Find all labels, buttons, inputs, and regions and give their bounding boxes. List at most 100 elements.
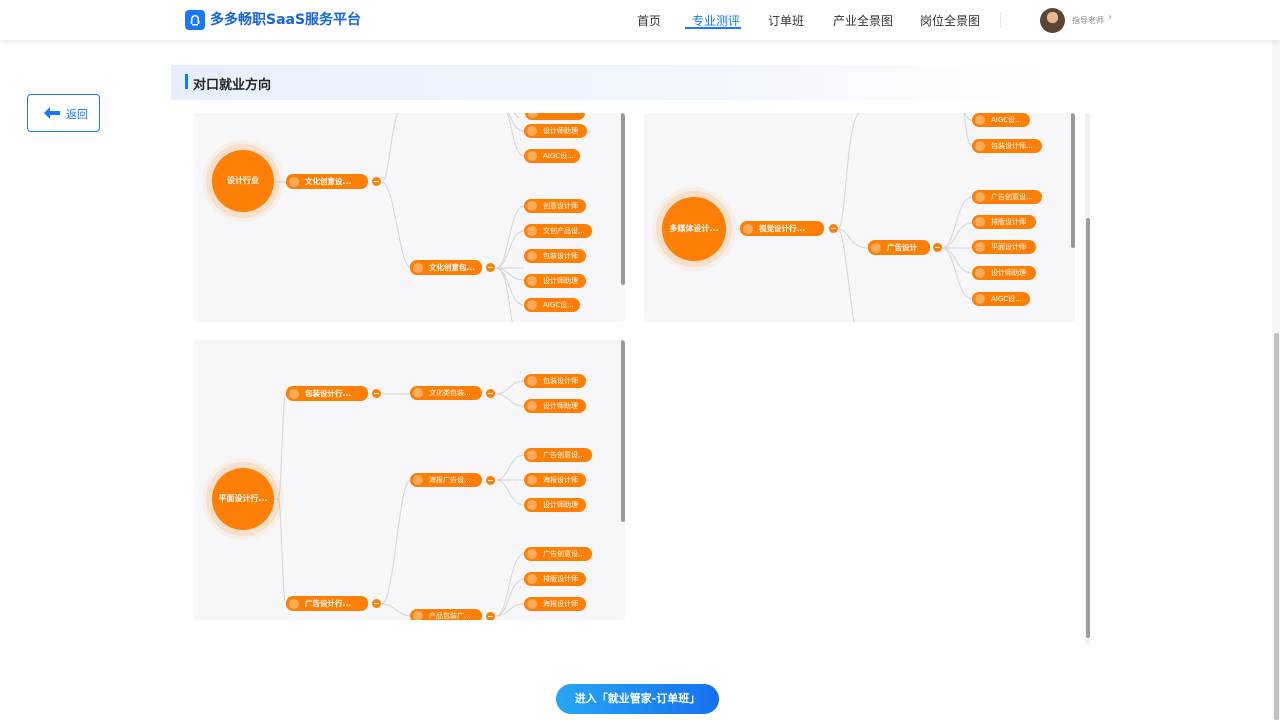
- collapse-toggle-icon[interactable]: [372, 177, 381, 186]
- mindmap-leaf-node[interactable]: 设计师助理: [972, 266, 1036, 280]
- node-icon: [527, 151, 537, 161]
- mindmap-branch-node[interactable]: 广告设计: [868, 240, 930, 255]
- collapse-toggle-icon[interactable]: [486, 476, 495, 485]
- mindmap-leaf-node[interactable]: 文创产品设...: [524, 224, 592, 238]
- node-icon: [527, 126, 537, 136]
- section-title: 对口就业方向: [193, 78, 272, 93]
- mindmap-leaf-node[interactable]: 海报设计师: [524, 597, 586, 611]
- node-label: 包装设计师: [543, 252, 578, 260]
- node-label: 设计师助理: [543, 402, 578, 410]
- enter-order-class-button[interactable]: 进入「就业管家-订单班」: [556, 684, 719, 714]
- nav-active-indicator: [685, 27, 741, 29]
- node-label: AIGC设...: [991, 295, 1022, 303]
- nav-order-class[interactable]: 订单班: [768, 12, 804, 29]
- collapse-toggle-icon[interactable]: [372, 599, 381, 608]
- mindmap-leaf-node[interactable]: AIGC设...: [972, 292, 1030, 306]
- mindmap-branch-node[interactable]: 产品包装广...: [410, 609, 482, 620]
- node-icon: [413, 475, 423, 485]
- node-icon: [975, 141, 985, 151]
- mindmap-root-node[interactable]: 平面设计行...: [212, 468, 274, 530]
- mindmap-leaf-node[interactable]: 设计师助理: [524, 498, 586, 512]
- mindmap-root-node[interactable]: 设计行业: [212, 150, 274, 212]
- node-label: 广告设计: [887, 243, 917, 252]
- page-scrollbar[interactable]: [1274, 333, 1279, 720]
- node-icon: [743, 223, 753, 234]
- app-title: 多多畅职SaaS服务平台: [210, 12, 362, 28]
- node-icon: [527, 450, 537, 460]
- node-label: AIGC设...: [543, 301, 574, 309]
- mindmap-leaf-node[interactable]: 排版设计师: [972, 215, 1036, 229]
- mindmap-leaf-node[interactable]: 排版设计师: [524, 572, 586, 586]
- node-icon: [289, 598, 299, 609]
- node-icon: [975, 268, 985, 278]
- node-label: 海报广告设...: [429, 476, 471, 484]
- mindmap-panel-multimedia-design[interactable]: 多媒体设计... 视觉设计行... AIGC设... 包装设计师... 广告设计…: [644, 113, 1075, 322]
- mindmap-area-scrollbar[interactable]: [1086, 218, 1090, 638]
- node-label: 设计师助理: [543, 127, 578, 135]
- avatar[interactable]: [1040, 8, 1065, 33]
- chevron-right-icon[interactable]: ›: [1108, 12, 1112, 23]
- user-role-label[interactable]: 指导老师: [1072, 15, 1104, 26]
- node-label: AIGC设...: [991, 116, 1022, 124]
- mindmap-leaf-node[interactable]: 广告创意设...: [972, 190, 1042, 204]
- nav-job-panorama[interactable]: 岗位全景图: [920, 12, 980, 29]
- mindmap-leaf-node[interactable]: 创意设计师: [524, 199, 586, 213]
- collapse-toggle-icon[interactable]: [933, 243, 942, 252]
- node-label: 视觉设计行...: [759, 224, 806, 233]
- node-label: AIGC设...: [543, 152, 574, 160]
- collapse-toggle-icon[interactable]: [486, 389, 495, 398]
- collapse-toggle-icon[interactable]: [486, 612, 495, 620]
- panel-scrollbar[interactable]: [621, 340, 625, 522]
- mindmap-branch-node[interactable]: 海报广告设...: [410, 473, 482, 487]
- mindmap-branch-node[interactable]: 文化创意设...: [286, 174, 368, 189]
- node-label: 设计师助理: [543, 501, 578, 509]
- node-label: 平面设计师: [991, 243, 1026, 251]
- mindmap-leaf-node[interactable]: 广告创意设...: [524, 448, 592, 462]
- node-icon: [527, 599, 537, 609]
- mindmap-leaf-node[interactable]: 平面设计师: [972, 240, 1036, 254]
- mindmap-leaf-node[interactable]: AIGC设...: [972, 113, 1030, 127]
- nav-divider: [1000, 12, 1001, 28]
- node-icon: [527, 201, 537, 211]
- collapse-toggle-icon[interactable]: [486, 263, 495, 272]
- mindmap-panel-design-industry[interactable]: 设计行业 文化创意设... 设计师助理 AIGC设... 文化创意包... 创意…: [194, 113, 625, 322]
- node-icon: [413, 611, 423, 620]
- panel-scrollbar[interactable]: [1071, 113, 1075, 248]
- mindmap-leaf-node[interactable]: AIGC设...: [524, 149, 580, 163]
- mindmap-panel-graphic-design[interactable]: 平面设计行... 包装设计行... 文化类包装... 包装设计师 设计师助理 海…: [194, 340, 625, 620]
- collapse-toggle-icon[interactable]: [372, 389, 381, 398]
- node-icon: [527, 401, 537, 411]
- node-label: 产品包装广...: [429, 612, 471, 620]
- mindmap-leaf-node[interactable]: 海报设计师: [524, 473, 586, 487]
- mindmap-leaf-node[interactable]: AIGC设...: [524, 298, 580, 312]
- mindmap-root-node[interactable]: 多媒体设计...: [662, 197, 726, 261]
- mindmap-branch-node[interactable]: 广告设计行...: [286, 596, 368, 611]
- node-label: 创意设计师: [543, 202, 578, 210]
- section-header: 对口就业方向: [171, 65, 1051, 100]
- nav-home[interactable]: 首页: [637, 12, 661, 29]
- mindmap-branch-node[interactable]: 视觉设计行...: [740, 221, 824, 236]
- panel-scrollbar[interactable]: [621, 113, 625, 285]
- node-icon: [527, 276, 537, 286]
- mindmap-leaf-node[interactable]: 包装设计师: [524, 374, 586, 388]
- mindmap-leaf-node[interactable]: 设计师助理: [524, 124, 587, 138]
- top-navigation-bar: 多多畅职SaaS服务平台 首页 专业测评 订单班 产业全景图 岗位全景图 指导老…: [0, 0, 1280, 40]
- mindmap-leaf-node[interactable]: 设计师助理: [524, 274, 586, 288]
- node-icon: [527, 549, 537, 559]
- logo-icon: [185, 10, 205, 30]
- mindmap-leaf-node[interactable]: 包装设计师: [524, 249, 586, 263]
- node-label: 排版设计师: [543, 575, 578, 583]
- mindmap-node[interactable]: [525, 113, 585, 120]
- mindmap-branch-node[interactable]: 包装设计行...: [286, 386, 368, 401]
- node-icon: [527, 376, 537, 386]
- mindmap-leaf-node[interactable]: 广告创意设...: [524, 547, 592, 561]
- mindmap-branch-node[interactable]: 文化创意包...: [410, 260, 482, 275]
- node-label: 海报设计师: [543, 476, 578, 484]
- mindmap-leaf-node[interactable]: 包装设计师...: [972, 139, 1042, 153]
- back-button[interactable]: 返回: [27, 94, 100, 132]
- node-icon: [527, 500, 537, 510]
- collapse-toggle-icon[interactable]: [829, 224, 838, 233]
- mindmap-branch-node[interactable]: 文化类包装...: [410, 386, 482, 400]
- nav-industry-panorama[interactable]: 产业全景图: [833, 12, 893, 29]
- mindmap-leaf-node[interactable]: 设计师助理: [524, 399, 586, 413]
